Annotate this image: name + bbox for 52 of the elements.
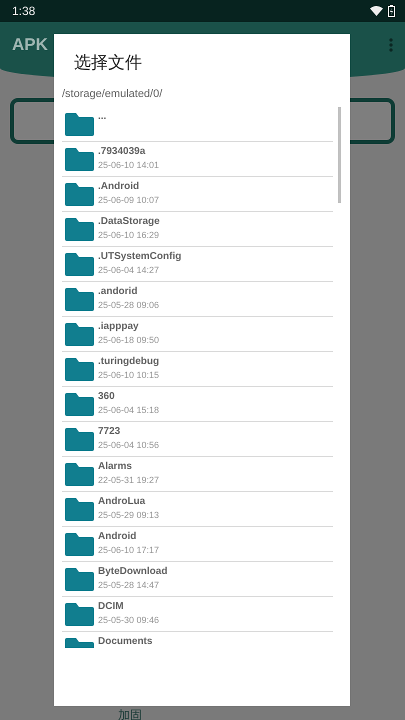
folder-name[interactable]: .andorid bbox=[98, 286, 160, 297]
folder-name[interactable]: AndroLua bbox=[98, 496, 160, 507]
folder-name[interactable]: 7723 bbox=[98, 426, 160, 437]
folder-icon bbox=[65, 498, 94, 520]
folder-name[interactable]: ... bbox=[98, 111, 106, 122]
folder-icon bbox=[65, 182, 94, 206]
folder-name[interactable]: Documents bbox=[98, 636, 152, 647]
folder-icon bbox=[65, 392, 94, 416]
folder-icon bbox=[65, 602, 94, 626]
status-time: 1:38 bbox=[12, 4, 36, 18]
wifi-icon bbox=[370, 6, 383, 16]
folder-name[interactable]: .7934039a bbox=[98, 146, 160, 157]
folder-name[interactable]: .DataStorage bbox=[98, 216, 160, 227]
folder-icon bbox=[65, 218, 94, 240]
folder-icon bbox=[65, 532, 94, 556]
modified-date: 25-05-28 09:06 bbox=[98, 300, 160, 310]
modified-date: 25-05-30 09:46 bbox=[98, 615, 160, 625]
dialog-title: 选择文件 bbox=[73, 52, 143, 74]
folder-name[interactable]: 360 bbox=[98, 391, 160, 402]
folder-icon bbox=[65, 148, 94, 170]
folder-icon bbox=[65, 252, 94, 276]
modified-date: 25-06-04 15:18 bbox=[98, 405, 160, 415]
modified-date: 25-05-28 14:47 bbox=[98, 580, 160, 590]
folder-icon bbox=[65, 322, 94, 346]
folder-icon bbox=[65, 112, 94, 136]
modified-date: 25-06-10 14:01 bbox=[98, 160, 160, 170]
folder-icon bbox=[65, 428, 94, 450]
app-title: APK bbox=[12, 35, 48, 55]
modified-date: 25-06-04 14:27 bbox=[98, 265, 160, 275]
modified-date: 25-06-18 09:50 bbox=[98, 335, 160, 345]
modified-date: 25-06-09 10:07 bbox=[98, 195, 160, 205]
folder-icon bbox=[65, 568, 94, 590]
folder-name[interactable]: Android bbox=[98, 531, 160, 542]
folder-name[interactable]: .UTSystemConfig bbox=[98, 251, 182, 262]
folder-name[interactable]: DCIM bbox=[98, 601, 160, 612]
modified-date: 25-06-10 16:29 bbox=[98, 230, 160, 240]
folder-name[interactable]: .Android bbox=[98, 181, 160, 192]
folder-name[interactable]: ByteDownload bbox=[98, 566, 168, 577]
folder-name[interactable]: Alarms bbox=[98, 461, 160, 472]
modified-date: 25-06-04 10:56 bbox=[98, 440, 160, 450]
modified-date: 25-06-10 17:17 bbox=[98, 545, 160, 555]
battery-icon bbox=[388, 5, 395, 17]
folder-name[interactable]: .turingdebug bbox=[98, 356, 160, 367]
folder-name[interactable]: .iapppay bbox=[98, 321, 160, 332]
modified-date: 22-05-31 19:27 bbox=[98, 475, 160, 485]
current-path: /storage/emulated/0/ bbox=[62, 87, 162, 101]
folder-icon bbox=[65, 358, 94, 380]
more-icon[interactable] bbox=[389, 38, 393, 52]
folder-icon bbox=[65, 462, 94, 486]
folder-icon bbox=[65, 288, 94, 310]
modified-date: 25-05-29 09:13 bbox=[98, 510, 160, 520]
modified-date: 25-06-10 10:15 bbox=[98, 370, 160, 380]
